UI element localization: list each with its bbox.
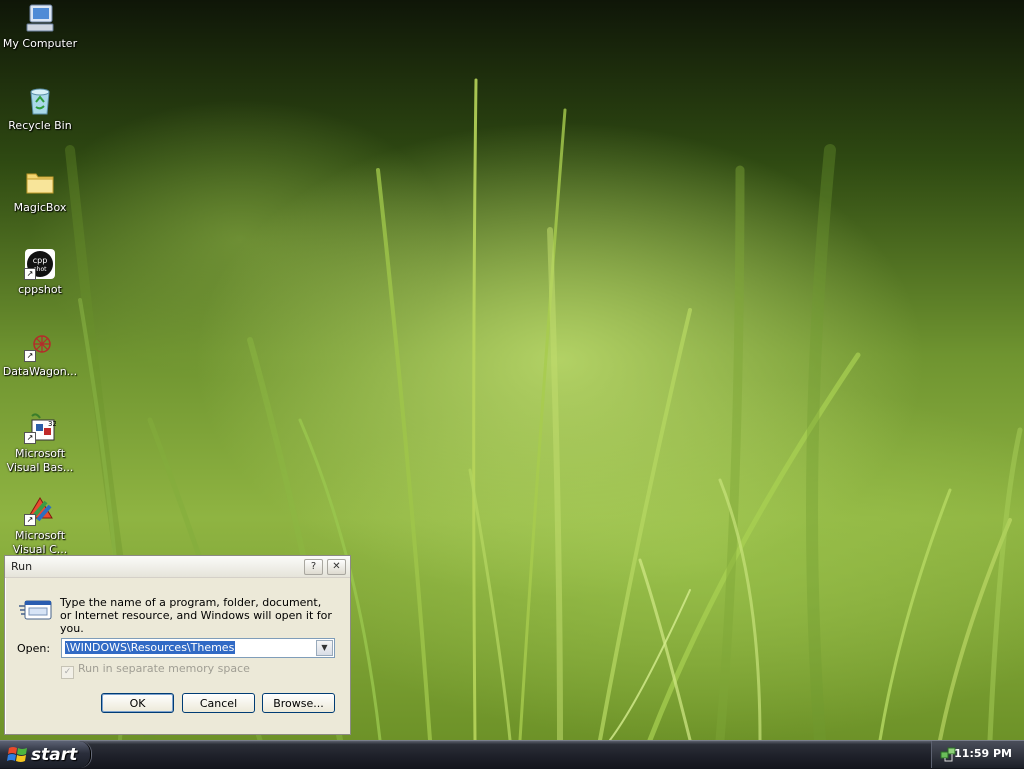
run-icon [19, 598, 53, 624]
browse-button[interactable]: Browse... [262, 693, 335, 713]
cancel-button[interactable]: Cancel [182, 693, 255, 713]
desktop-icon-my-computer[interactable]: My Computer [0, 2, 80, 51]
open-input[interactable]: \WINDOWS\Resources\Themes [65, 641, 236, 654]
visual-basic-icon: 32 ↗ [24, 412, 57, 444]
chevron-down-icon[interactable]: ▼ [316, 640, 333, 656]
separate-memory-checkbox-row: ✓ Run in separate memory space [61, 662, 250, 679]
desktop-icon-visual-basic[interactable]: 32 ↗ Microsoft Visual Bas... [0, 412, 80, 475]
shortcut-arrow-icon: ↗ [24, 350, 36, 362]
close-button[interactable]: ✕ [327, 559, 346, 575]
desktop-icon-cppshot[interactable]: cpp shot ↗ cppshot [0, 248, 80, 297]
svg-text:32: 32 [48, 420, 56, 428]
desktop-icon-label: Microsoft Visual C... [12, 529, 68, 556]
desktop-icon-label: cppshot [18, 283, 62, 296]
run-prompt-text: Type the name of a program, folder, docu… [60, 596, 332, 635]
clock[interactable]: 11:59 PM [954, 747, 1012, 760]
visual-cpp-icon: ↗ [24, 494, 56, 526]
run-dialog: Run ? ✕ Type the name of a program, fold… [4, 555, 351, 735]
ok-button[interactable]: OK [101, 693, 174, 713]
help-button[interactable]: ? [304, 559, 323, 575]
desktop-icon-label: Microsoft Visual Bas... [6, 447, 74, 474]
desktop-icon-recycle-bin[interactable]: Recycle Bin [0, 84, 80, 133]
desktop-icon-label: DataWagon... [2, 365, 78, 378]
desktop-icon-label: My Computer [2, 37, 78, 50]
separate-memory-checkbox: ✓ [61, 666, 74, 679]
svg-text:cpp: cpp [33, 256, 48, 265]
cppshot-icon: cpp shot ↗ [24, 248, 56, 280]
system-tray: 11:59 PM [931, 741, 1024, 768]
recycle-bin-icon [24, 84, 56, 116]
run-dialog-title: Run [11, 560, 33, 573]
shortcut-arrow-icon: ↗ [24, 268, 36, 280]
start-button[interactable]: start [0, 741, 91, 768]
windows-logo-icon [7, 747, 27, 762]
shortcut-arrow-icon: ↗ [24, 432, 36, 444]
shortcut-arrow-icon: ↗ [24, 514, 36, 526]
run-dialog-titlebar[interactable]: Run ? ✕ [5, 556, 350, 578]
desktop-icon-datawagon[interactable]: ↗ DataWagon... [0, 330, 80, 379]
start-label: start [31, 745, 78, 765]
separate-memory-label: Run in separate memory space [78, 662, 250, 675]
open-combobox[interactable]: \WINDOWS\Resources\Themes ▼ [61, 638, 335, 658]
computer-icon [24, 2, 56, 34]
taskbar: start 11:59 PM [0, 740, 1024, 769]
datawagon-icon: ↗ [24, 330, 56, 362]
open-label: Open: [17, 642, 51, 655]
desktop-icon-label: Recycle Bin [8, 119, 72, 132]
folder-icon [24, 166, 56, 198]
desktop-icon-magicbox[interactable]: MagicBox [0, 166, 80, 215]
desktop-icon-visual-cpp[interactable]: ↗ Microsoft Visual C... [0, 494, 80, 557]
desktop-icon-label: MagicBox [13, 201, 67, 214]
